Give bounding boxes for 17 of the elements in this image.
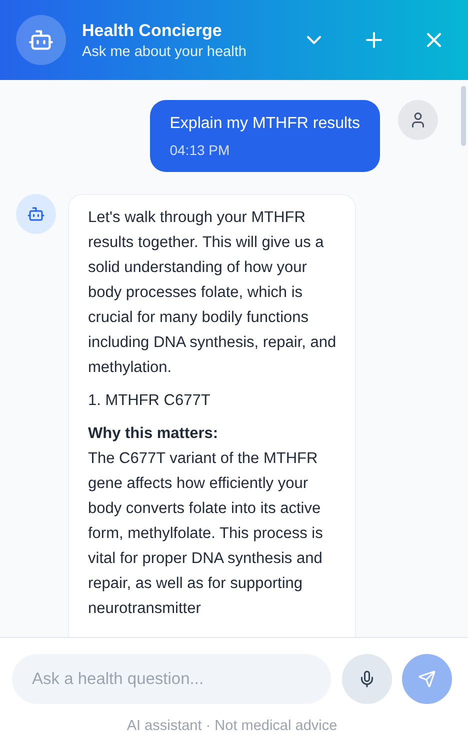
message-text: Explain my MTHFR results (170, 115, 360, 133)
microphone-icon (358, 670, 376, 688)
user-icon (398, 100, 438, 140)
robot-icon (16, 15, 66, 65)
message-paragraph: The C677T variant of the MTHFR gene affects how efficiently your body converts folate into its active form, methylfolate. This process is vital for proper DNA synthesis and repair, as well as for supporting neurotransmitter (88, 449, 324, 619)
question-input[interactable]: Ask a health question... (12, 654, 331, 704)
send-icon (418, 670, 436, 688)
message-time: 04:13 PM (170, 142, 231, 158)
microphone-button[interactable] (342, 654, 392, 704)
message-paragraph: Let's walk through your MTHFR results together. This will give us a solid understanding of how your body processes folate, which is crucial for many bodily functions including DNA synthesis, repair, and methylation. (88, 208, 338, 378)
scrollbar[interactable] (461, 86, 466, 146)
disclaimer-text: AI assistant · Not medical advice (126, 718, 338, 734)
robot-icon (16, 194, 56, 234)
section-heading: 1. MTHFR C677T (88, 391, 212, 411)
header-subtitle: Ask me about your health (82, 44, 248, 60)
section-label: Why this matters: (88, 424, 220, 444)
header-title: Health Concierge (82, 20, 223, 40)
